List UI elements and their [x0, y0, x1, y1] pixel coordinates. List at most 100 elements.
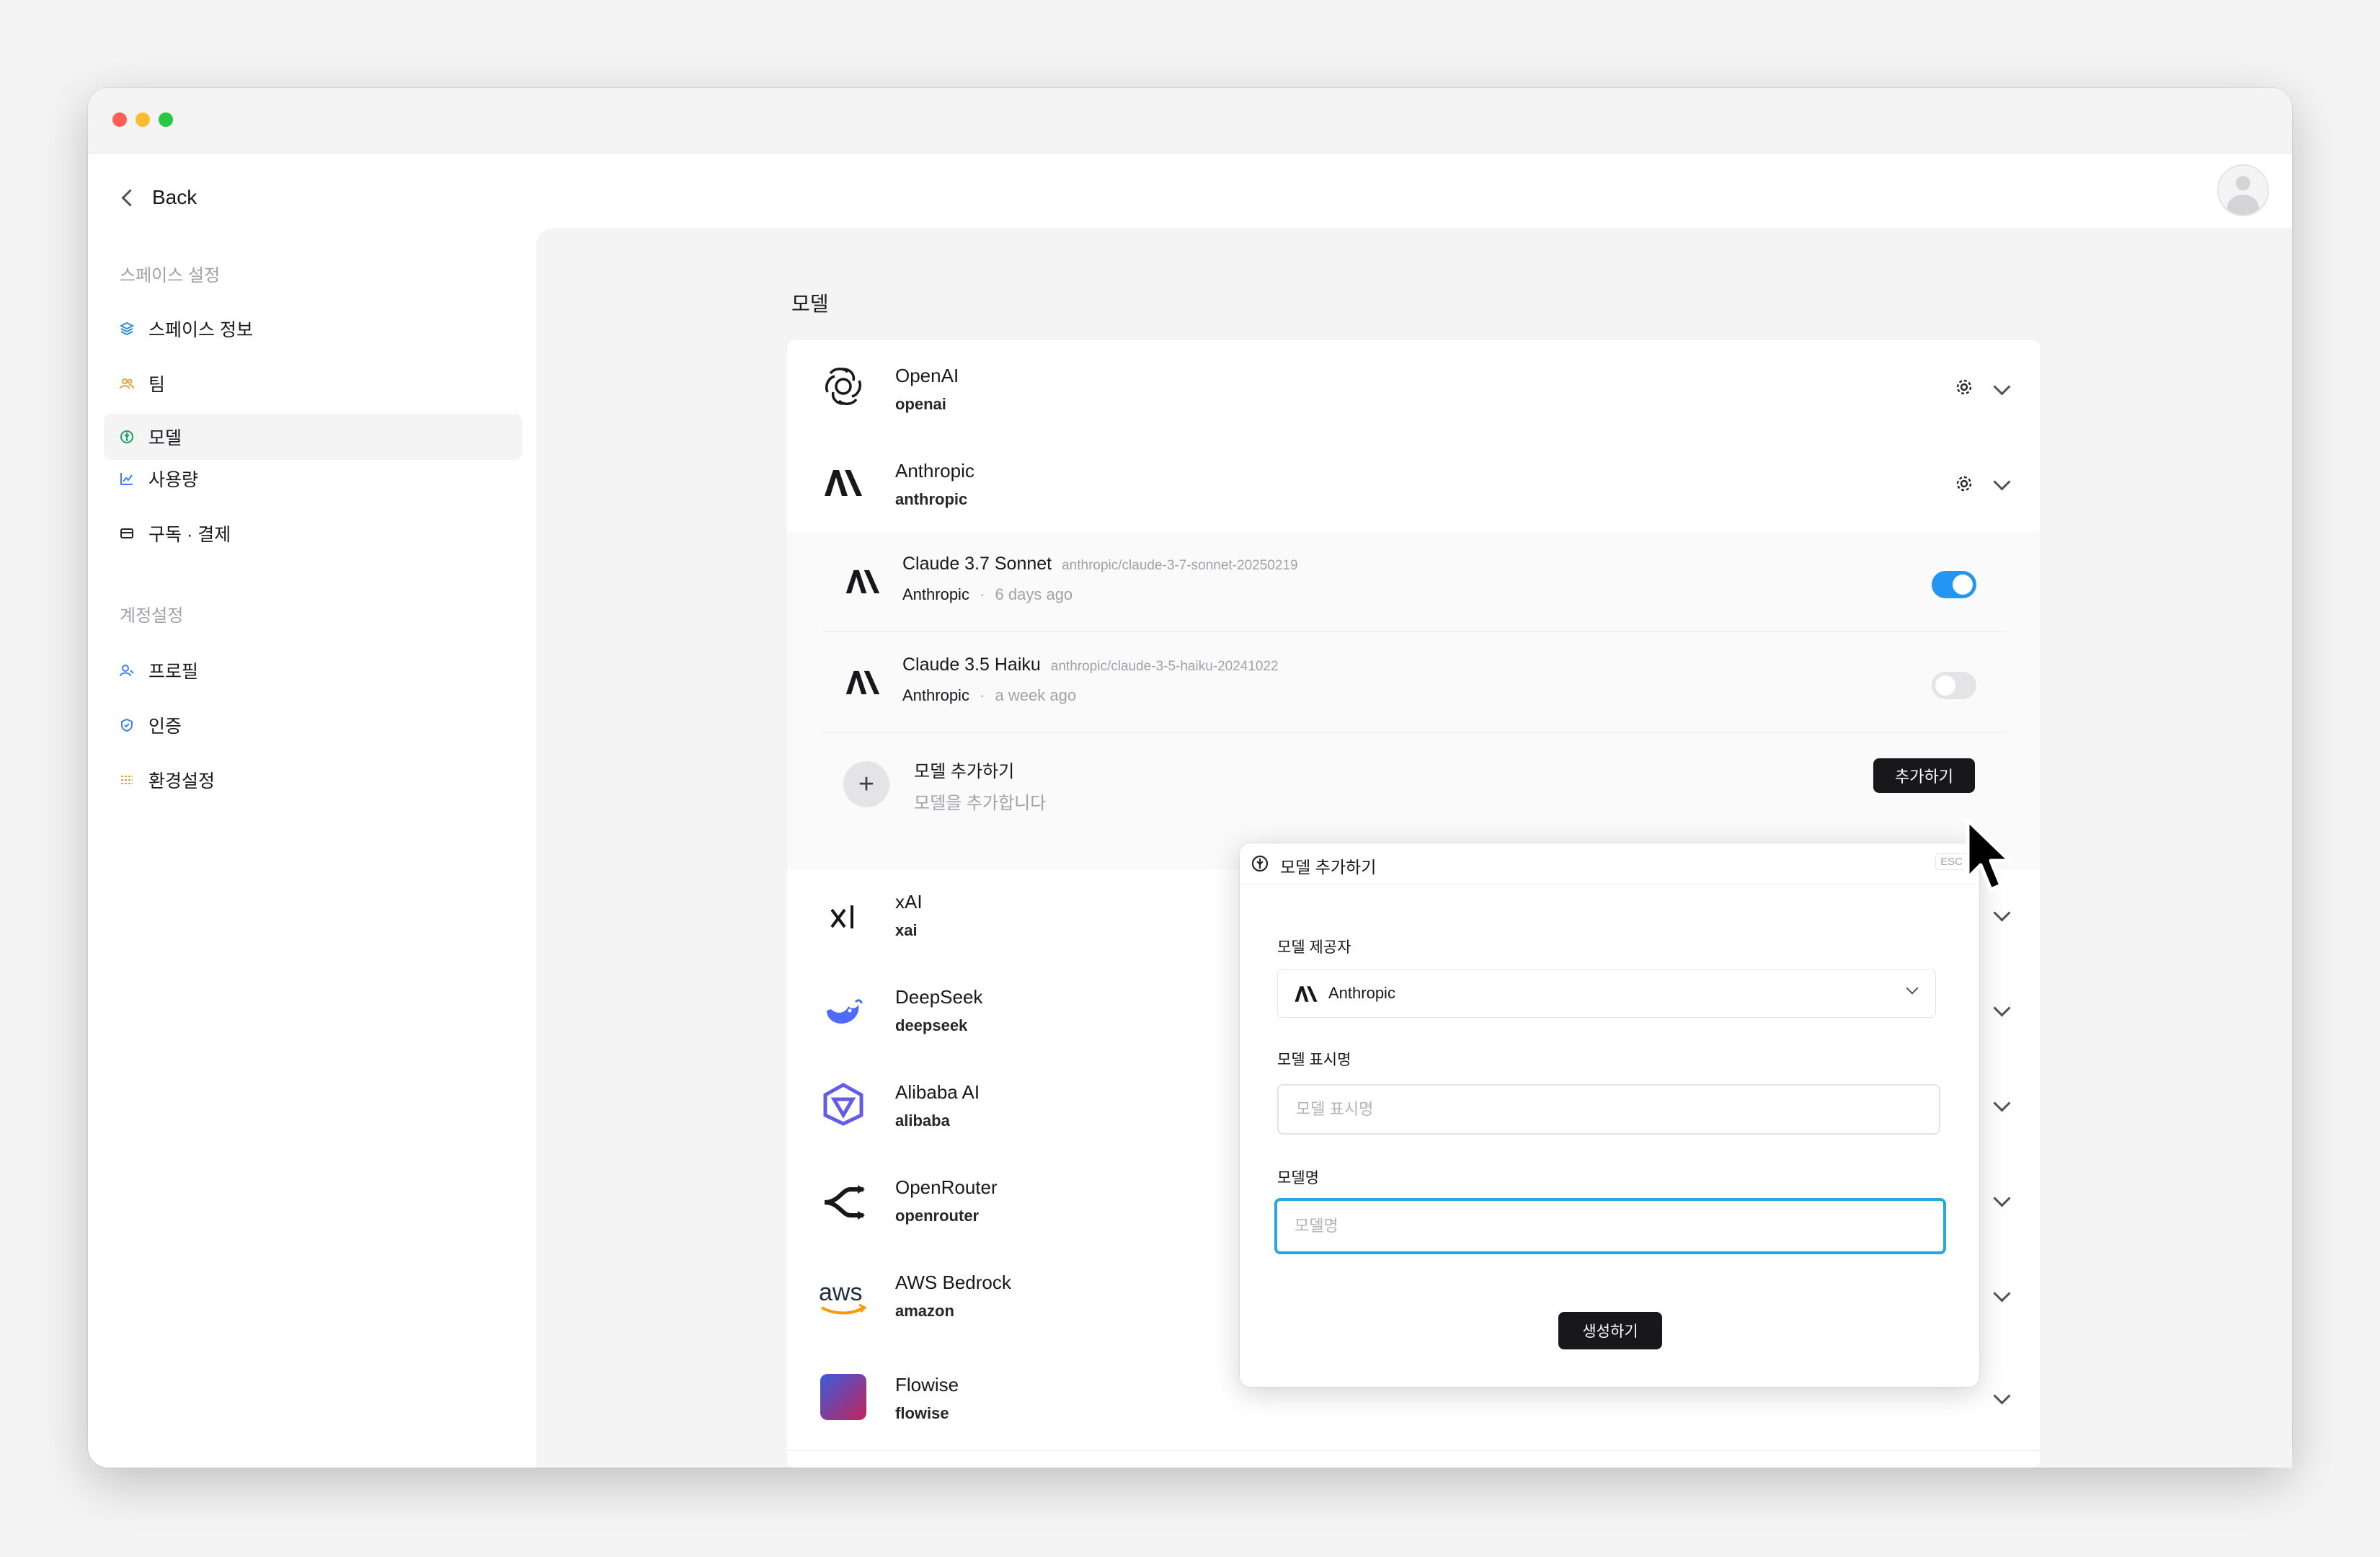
anthropic-logo-icon — [845, 670, 880, 695]
provider-field-label: 모델 제공자 — [1277, 939, 1351, 956]
dialog-title: 모델 추가하기 — [1280, 858, 1377, 877]
display-name-input[interactable] — [1277, 1084, 1940, 1135]
sidebar-item-auth[interactable]: 인증 — [104, 702, 522, 748]
card-icon — [120, 528, 133, 538]
anthropic-logo-icon — [820, 460, 866, 506]
provider-name: OpenAI — [895, 365, 959, 386]
chevron-down-icon[interactable] — [1993, 378, 2011, 396]
sidebar-item-label: 모델 — [148, 428, 182, 448]
sliders-icon — [121, 776, 133, 784]
chevron-down-icon[interactable] — [1993, 1189, 2011, 1207]
anthropic-logo-icon — [1295, 986, 1318, 1002]
sidebar-item-space-info[interactable]: 스페이스 정보 — [104, 306, 522, 352]
minimize-window-button[interactable] — [136, 112, 150, 127]
provider-slug: openrouter — [895, 1207, 980, 1225]
sidebar-item-label: 사용량 — [148, 470, 199, 490]
chevron-down-icon[interactable] — [1993, 1094, 2011, 1112]
profile-icon — [120, 665, 134, 677]
title-bar — [88, 88, 2292, 154]
provider-name: Alibaba AI — [895, 1081, 980, 1103]
model-name-field-label: 모델명 — [1277, 1170, 1319, 1186]
sidebar-item-billing[interactable]: 구독 · 결제 — [104, 510, 522, 556]
toggle-knob — [1953, 575, 1973, 595]
add-model-description: 모델을 추가합니다 — [914, 794, 1047, 813]
sidebar-item-model[interactable]: 모델 — [104, 414, 522, 460]
model-name-line: Claude 3.7 Sonnet anthropic/claude-3-7-so… — [902, 554, 1298, 575]
provider-slug: openai — [895, 395, 946, 413]
plus-icon[interactable]: + — [843, 761, 889, 807]
account-settings-heading: 계정설정 — [120, 606, 184, 626]
xai-logo-icon — [820, 894, 866, 940]
model-id: anthropic/claude-3-7-sonnet-20250219 — [1062, 558, 1298, 573]
maximize-window-button[interactable] — [159, 112, 173, 127]
model-meta: Anthropic · a week ago — [902, 686, 1076, 705]
aws-logo-icon: aws — [817, 1274, 869, 1321]
sidebar-item-profile[interactable]: 프로필 — [104, 647, 522, 693]
provider-row-anthropic[interactable]: Anthropic anthropic — [787, 434, 2040, 533]
provider-name: xAI — [895, 891, 923, 913]
flowise-logo-icon — [820, 1374, 866, 1420]
back-label: Back — [152, 186, 197, 208]
meta-separator: · — [980, 585, 985, 603]
model-id: anthropic/claude-3-5-haiku-20241022 — [1050, 659, 1279, 674]
gear-icon[interactable] — [1955, 474, 1973, 493]
provider-name: Flowise — [895, 1374, 959, 1396]
provider-name: AWS Bedrock — [895, 1272, 1011, 1293]
toggle-knob — [1935, 675, 1955, 696]
openai-logo-icon — [820, 363, 866, 409]
model-provider: Anthropic — [902, 686, 969, 704]
add-model-title: 모델 추가하기 — [914, 762, 1015, 781]
provider-select[interactable]: Anthropic — [1277, 969, 1936, 1018]
chevron-down-icon[interactable] — [1993, 904, 2011, 922]
provider-selected-value: Anthropic — [1328, 984, 1395, 1002]
chevron-down-icon[interactable] — [1993, 1285, 2011, 1303]
model-name: Claude 3.7 Sonnet — [902, 554, 1052, 574]
provider-name: DeepSeek — [895, 986, 983, 1008]
add-model-button[interactable]: 추가하기 — [1873, 758, 1975, 793]
chevron-down-icon[interactable] — [1993, 999, 2011, 1017]
provider-row-openai[interactable]: OpenAI openai — [787, 340, 2040, 435]
model-icon — [120, 430, 133, 443]
model-name-line: Claude 3.5 Haiku anthropic/claude-3-5-hai… — [902, 655, 1279, 675]
chevron-down-icon[interactable] — [1993, 473, 2011, 491]
model-enable-toggle[interactable] — [1932, 672, 1976, 699]
provider-slug: flowise — [895, 1404, 949, 1422]
layers-icon — [120, 321, 134, 336]
model-enable-toggle[interactable] — [1932, 571, 1976, 598]
sidebar-item-label: 인증 — [148, 717, 182, 737]
alibaba-logo-icon — [820, 1081, 866, 1127]
create-button[interactable]: 생성하기 — [1558, 1312, 1662, 1349]
model-name-input[interactable] — [1274, 1198, 1946, 1254]
sidebar-item-preferences[interactable]: 환경설정 — [104, 757, 522, 803]
sidebar-item-label: 구독 · 결제 — [148, 525, 231, 545]
provider-slug: deepseek — [895, 1016, 968, 1034]
model-provider: Anthropic — [902, 585, 969, 603]
gear-icon[interactable] — [1955, 378, 1973, 396]
sidebar-item-label: 프로필 — [148, 662, 199, 682]
page-title: 모델 — [791, 293, 829, 315]
dialog-header: 모델 추가하기 ESC — [1240, 843, 1979, 884]
chart-icon — [120, 473, 133, 485]
model-row: Claude 3.7 Sonnet anthropic/claude-3-7-so… — [823, 532, 2005, 632]
model-updated: a week ago — [995, 686, 1077, 704]
sidebar-item-label: 환경설정 — [148, 771, 216, 791]
provider-name: Anthropic — [895, 460, 974, 482]
provider-slug: amazon — [895, 1302, 954, 1320]
meta-separator: · — [980, 686, 985, 704]
esc-hint[interactable]: ESC — [1935, 853, 1968, 870]
back-button[interactable]: Back — [121, 186, 197, 209]
model-updated: 6 days ago — [995, 585, 1073, 603]
deepseek-logo-icon — [820, 989, 866, 1035]
sidebar-item-team[interactable]: 팀 — [104, 360, 522, 407]
close-window-button[interactable] — [112, 112, 127, 127]
model-meta: Anthropic · 6 days ago — [902, 585, 1073, 604]
avatar-body-icon — [2227, 195, 2259, 215]
add-model-row: + 모델 추가하기 모델을 추가합니다 추가하기 — [823, 735, 2005, 843]
chevron-down-icon[interactable] — [1993, 1387, 2011, 1405]
sidebar-item-usage[interactable]: 사용량 — [104, 456, 522, 502]
add-model-dialog: 모델 추가하기 ESC 모델 제공자 Anthropic 모델 표시명 모델명 … — [1240, 843, 1979, 1387]
model-row: Claude 3.5 Haiku anthropic/claude-3-5-hai… — [823, 633, 2005, 733]
chevron-down-icon — [1906, 982, 1919, 995]
user-avatar[interactable] — [2217, 164, 2269, 216]
anthropic-models-panel: Claude 3.7 Sonnet anthropic/claude-3-7-so… — [787, 532, 2040, 870]
